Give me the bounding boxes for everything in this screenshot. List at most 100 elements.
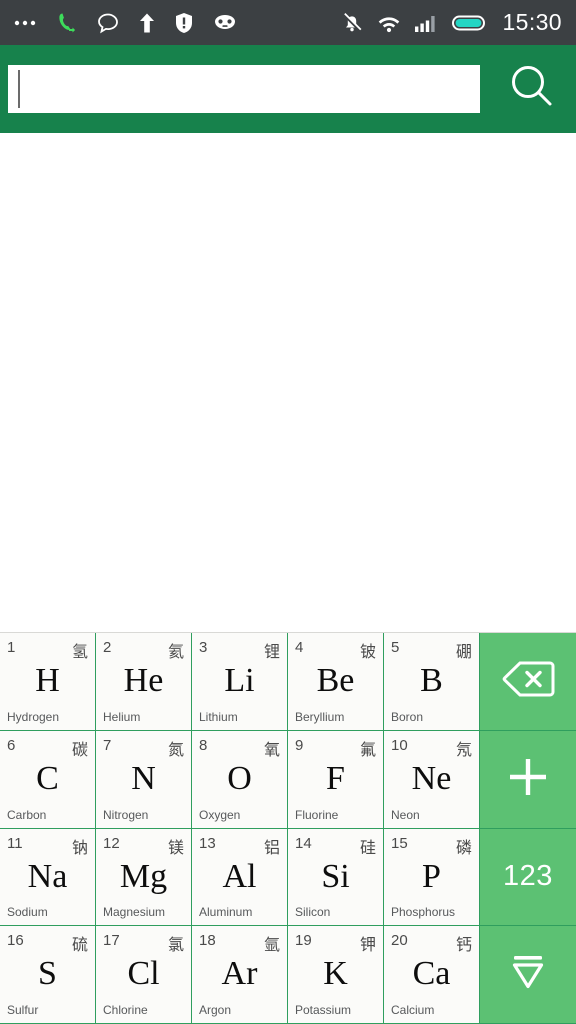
- results-area: [0, 133, 576, 632]
- element-key-Be[interactable]: 4 铍 Be Beryllium: [288, 633, 384, 731]
- element-key-S[interactable]: 16 硫 S Sulfur: [0, 926, 96, 1024]
- element-key-Mg[interactable]: 12 镁 Mg Magnesium: [96, 828, 192, 927]
- element-english-name: Sulfur: [7, 1003, 39, 1017]
- element-symbol: H: [35, 662, 60, 699]
- element-english-name: Magnesium: [103, 905, 166, 920]
- element-english-name: Lithium: [199, 709, 238, 724]
- element-english-name: Boron: [391, 709, 424, 724]
- element-key-C[interactable]: 6 碳 C Carbon: [0, 730, 96, 829]
- element-number: 8: [199, 736, 208, 754]
- numbers-key-label: 123: [503, 860, 553, 893]
- element-number: 2: [103, 639, 112, 656]
- element-symbol: Mg: [119, 857, 168, 895]
- element-english-name: Helium: [103, 709, 141, 724]
- element-symbol: Li: [224, 662, 255, 699]
- hide-keyboard-icon: [503, 948, 553, 1001]
- element-key-N[interactable]: 7 氮 N Nitrogen: [96, 730, 192, 829]
- element-key-F[interactable]: 9 氟 F Fluorine: [288, 730, 384, 829]
- element-symbol: He: [123, 662, 164, 699]
- backspace-icon: [501, 659, 555, 704]
- backspace-key[interactable]: [480, 633, 576, 731]
- element-english-name: Phosphorus: [391, 905, 456, 920]
- element-symbol: Cl: [127, 955, 160, 993]
- element-number: 19: [295, 932, 312, 950]
- element-symbol: C: [36, 759, 59, 797]
- element-symbol: B: [420, 662, 443, 699]
- plus-key[interactable]: [480, 730, 576, 829]
- element-symbol: Ar: [221, 955, 258, 993]
- element-number: 12: [103, 834, 120, 852]
- element-english-name: Aluminum: [199, 905, 253, 920]
- element-key-Si[interactable]: 14 硅 Si Silicon: [288, 828, 384, 927]
- android-robot-icon: [211, 13, 239, 33]
- element-number: 17: [103, 932, 120, 950]
- status-bar-clock: 15:30: [502, 9, 562, 35]
- element-english-name: Calcium: [391, 1003, 435, 1017]
- element-symbol: Ne: [411, 759, 452, 797]
- search-header: [0, 45, 576, 133]
- element-key-H[interactable]: 1 氢 H Hydrogen: [0, 633, 96, 731]
- status-bar-right-icons: 15:30: [340, 9, 562, 36]
- element-english-name: Sodium: [7, 905, 48, 920]
- element-symbol: Ca: [412, 955, 451, 993]
- element-symbol: Be: [316, 662, 355, 699]
- search-button[interactable]: [488, 45, 576, 133]
- keyboard-row: 16 硫 S Sulfur 17 氯 Cl Chlorine 18 氩 Ar A…: [0, 926, 576, 1024]
- element-key-Ne[interactable]: 10 氖 Ne Neon: [384, 730, 480, 829]
- element-english-name: Beryllium: [295, 709, 345, 724]
- mute-bell-icon: [340, 11, 364, 35]
- more-options-icon: [14, 19, 38, 27]
- element-key-Cl[interactable]: 17 氯 Cl Chlorine: [96, 926, 192, 1024]
- element-symbol: K: [323, 955, 348, 993]
- element-key-B[interactable]: 5 硼 B Boron: [384, 633, 480, 731]
- message-icon: [96, 11, 120, 35]
- element-english-name: Neon: [391, 807, 420, 822]
- element-english-name: Argon: [199, 1003, 232, 1017]
- element-english-name: Hydrogen: [7, 709, 60, 724]
- element-key-Li[interactable]: 3 锂 Li Lithium: [192, 633, 288, 731]
- numbers-key[interactable]: 123: [480, 828, 576, 927]
- element-number: 9: [295, 736, 304, 754]
- element-key-Na[interactable]: 11 钠 Na Sodium: [0, 828, 96, 927]
- element-number: 15: [391, 834, 408, 852]
- element-symbol: Al: [222, 857, 257, 895]
- element-key-O[interactable]: 8 氧 O Oxygen: [192, 730, 288, 829]
- element-symbol: O: [227, 759, 252, 797]
- element-number: 7: [103, 736, 112, 754]
- element-number: 13: [199, 834, 216, 852]
- signal-bars-icon: [414, 13, 440, 33]
- element-number: 1: [7, 639, 16, 656]
- element-symbol: N: [131, 759, 156, 797]
- element-english-name: Potassium: [295, 1003, 352, 1017]
- element-number: 18: [199, 932, 216, 950]
- element-key-Ar[interactable]: 18 氩 Ar Argon: [192, 926, 288, 1024]
- element-key-He[interactable]: 2 氦 He Helium: [96, 633, 192, 731]
- element-english-name: Oxygen: [199, 807, 241, 822]
- element-number: 5: [391, 639, 400, 656]
- element-key-Ca[interactable]: 20 钙 Ca Calcium: [384, 926, 480, 1024]
- element-symbol: P: [422, 857, 441, 895]
- element-english-name: Chlorine: [103, 1003, 148, 1017]
- security-alert-icon: [174, 11, 194, 35]
- upload-arrow-icon: [137, 11, 157, 35]
- element-key-P[interactable]: 15 磷 P Phosphorus: [384, 828, 480, 927]
- call-forward-icon: [55, 11, 79, 35]
- search-input[interactable]: [8, 65, 480, 113]
- element-number: 3: [199, 639, 208, 656]
- element-symbol: F: [326, 759, 345, 797]
- element-keyboard: 1 氢 H Hydrogen 2 氦 He Helium 3 锂 Li Lith…: [0, 632, 576, 1024]
- keyboard-row: 1 氢 H Hydrogen 2 氦 He Helium 3 锂 Li Lith…: [0, 633, 576, 731]
- element-symbol: Si: [321, 857, 350, 895]
- element-number: 4: [295, 639, 304, 656]
- element-symbol: Na: [27, 857, 68, 895]
- element-number: 10: [391, 736, 408, 754]
- element-english-name: Fluorine: [295, 807, 339, 822]
- element-key-Al[interactable]: 13 铝 Al Aluminum: [192, 828, 288, 927]
- keyboard-row: 6 碳 C Carbon 7 氮 N Nitrogen 8 氧 O Oxygen…: [0, 730, 576, 829]
- element-number: 6: [7, 736, 16, 754]
- element-symbol: S: [38, 955, 57, 993]
- element-number: 11: [7, 834, 23, 852]
- hide-keyboard-key[interactable]: [480, 926, 576, 1024]
- element-key-K[interactable]: 19 钾 K Potassium: [288, 926, 384, 1024]
- search-icon: [504, 59, 560, 120]
